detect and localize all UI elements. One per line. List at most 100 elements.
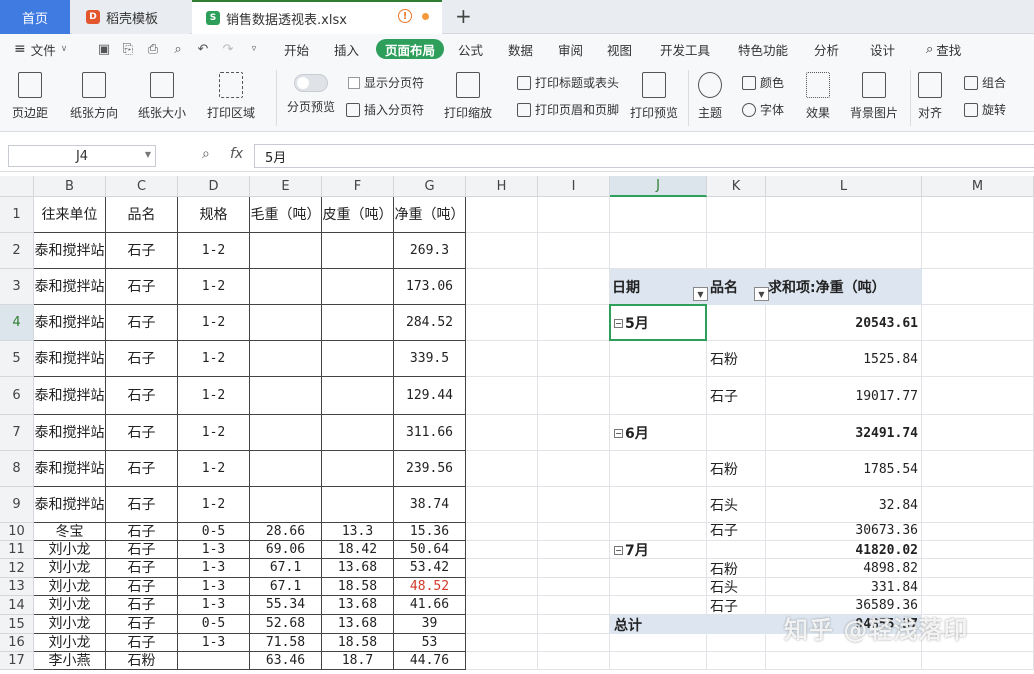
table-cell[interactable]: 53 [394, 634, 466, 652]
table-cell[interactable]: 129.44 [394, 377, 466, 415]
grid-cell[interactable] [466, 578, 538, 596]
row-header[interactable]: 12 [0, 559, 34, 578]
row-header[interactable]: 1 [0, 197, 34, 233]
table-cell[interactable]: 67.1 [250, 578, 322, 596]
table-cell[interactable]: 1-3 [178, 541, 250, 559]
grid-cell[interactable] [466, 523, 538, 541]
table-cell[interactable]: 284.52 [394, 305, 466, 341]
save-icon[interactable]: ▣ [96, 41, 112, 57]
table-cell[interactable]: 石子 [106, 578, 178, 596]
grid-cell[interactable] [922, 541, 1034, 559]
grid-cell[interactable] [538, 341, 610, 377]
table-cell[interactable]: 泰和搅拌站 [34, 305, 106, 341]
table-cell[interactable]: 石子 [106, 269, 178, 305]
table-cell[interactable]: 刘小龙 [34, 634, 106, 652]
column-header[interactable]: K [707, 176, 766, 197]
column-header[interactable]: L [766, 176, 922, 197]
table-header-cell[interactable]: 毛重（吨） [250, 197, 322, 233]
export-icon[interactable]: ⎘ [120, 41, 136, 57]
select-all-corner[interactable] [0, 176, 34, 197]
table-cell[interactable] [322, 487, 394, 523]
menu-tab-3[interactable]: 公式 [458, 39, 483, 59]
column-header[interactable]: F [322, 176, 394, 197]
tab-template[interactable]: D 稻壳模板 [72, 0, 190, 34]
table-cell[interactable] [250, 487, 322, 523]
menu-tab-6[interactable]: 视图 [607, 39, 632, 59]
print-icon[interactable]: ⎙ [145, 41, 161, 57]
new-tab-icon[interactable]: + [455, 4, 472, 28]
table-header-cell[interactable]: 皮重（吨） [322, 197, 394, 233]
table-cell[interactable]: 18.58 [322, 634, 394, 652]
table-cell[interactable]: 泰和搅拌站 [34, 269, 106, 305]
menu-tab-7[interactable]: 开发工具 [660, 39, 710, 59]
background-image-button[interactable]: 背景图片 [850, 72, 898, 121]
grid-cell[interactable] [922, 269, 1034, 305]
grid-cell[interactable] [538, 559, 610, 578]
grid-cell[interactable] [538, 578, 610, 596]
grid-cell[interactable] [610, 578, 707, 596]
table-cell[interactable]: 石子 [106, 487, 178, 523]
row-header[interactable]: 11 [0, 541, 34, 559]
table-cell[interactable]: 173.06 [394, 269, 466, 305]
table-cell[interactable]: 泰和搅拌站 [34, 415, 106, 451]
table-cell[interactable] [178, 652, 250, 670]
table-cell[interactable]: 1-2 [178, 415, 250, 451]
table-cell[interactable]: 泰和搅拌站 [34, 487, 106, 523]
customize-icon[interactable]: ▿ [246, 41, 262, 57]
table-cell[interactable]: 刘小龙 [34, 596, 106, 615]
table-cell[interactable]: 48.52 [394, 578, 466, 596]
tab-home[interactable]: 首页 [0, 0, 70, 34]
table-cell[interactable]: 13.3 [322, 523, 394, 541]
table-cell[interactable]: 石粉 [106, 652, 178, 670]
table-cell[interactable] [322, 233, 394, 269]
insert-page-break-button[interactable]: 插入分页符 [346, 101, 424, 118]
collapse-icon[interactable]: − [614, 428, 623, 438]
filter-dropdown-icon[interactable]: ▼ [693, 287, 708, 301]
table-cell[interactable] [250, 415, 322, 451]
grid-cell[interactable] [538, 233, 610, 269]
grid-cell[interactable] [538, 487, 610, 523]
print-titles-button[interactable]: 打印标题或表头 [517, 74, 619, 91]
zoom-search-icon[interactable]: ⌕ [202, 146, 210, 162]
table-cell[interactable]: 泰和搅拌站 [34, 341, 106, 377]
grid-cell[interactable] [922, 652, 1034, 670]
table-cell[interactable]: 泰和搅拌站 [34, 451, 106, 487]
grid-cell[interactable] [466, 596, 538, 615]
table-header-cell[interactable]: 规格 [178, 197, 250, 233]
grid-cell[interactable] [466, 559, 538, 578]
grid-cell[interactable] [466, 377, 538, 415]
grid-cell[interactable] [922, 523, 1034, 541]
table-cell[interactable]: 1-2 [178, 451, 250, 487]
table-cell[interactable] [250, 233, 322, 269]
grid-cell[interactable] [610, 341, 707, 377]
grid-cell[interactable] [707, 233, 766, 269]
grid-cell[interactable] [466, 487, 538, 523]
table-cell[interactable]: 13.68 [322, 559, 394, 578]
grid-cell[interactable] [922, 578, 1034, 596]
filter-dropdown-icon[interactable]: ▼ [754, 287, 769, 301]
grid-cell[interactable] [538, 634, 610, 652]
table-cell[interactable]: 1-3 [178, 559, 250, 578]
table-cell[interactable]: 41.66 [394, 596, 466, 615]
page-break-preview-button[interactable]: 分页预览 [287, 74, 335, 115]
grid-cell[interactable] [707, 541, 766, 559]
table-cell[interactable]: 53.42 [394, 559, 466, 578]
table-cell[interactable]: 泰和搅拌站 [34, 377, 106, 415]
grid-cell[interactable] [610, 451, 707, 487]
grid-cell[interactable] [538, 541, 610, 559]
table-cell[interactable]: 1-2 [178, 487, 250, 523]
table-cell[interactable] [250, 377, 322, 415]
column-header[interactable]: D [178, 176, 250, 197]
table-cell[interactable] [250, 341, 322, 377]
align-button[interactable]: 对齐 [918, 72, 942, 121]
row-header[interactable]: 7 [0, 415, 34, 451]
table-cell[interactable]: 50.64 [394, 541, 466, 559]
undo-icon[interactable]: ↶ [195, 41, 211, 57]
menu-tab-10[interactable]: 设计 [870, 39, 895, 59]
print-preview-button[interactable]: 打印预览 [630, 72, 678, 121]
grid-cell[interactable] [466, 652, 538, 670]
grid-cell[interactable] [922, 305, 1034, 341]
table-cell[interactable] [322, 377, 394, 415]
grid-cell[interactable] [707, 305, 766, 341]
table-cell[interactable]: 0-5 [178, 523, 250, 541]
